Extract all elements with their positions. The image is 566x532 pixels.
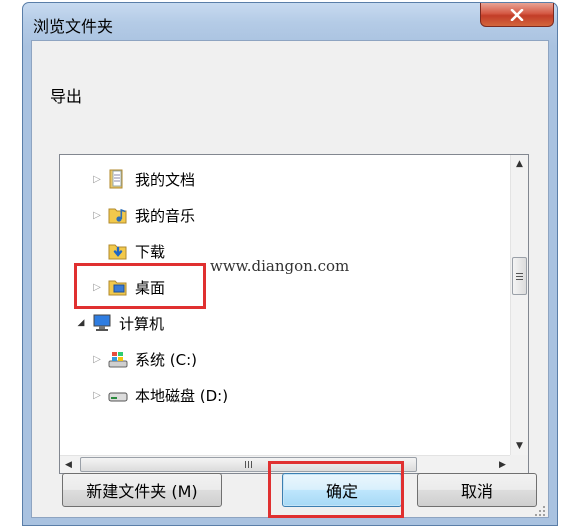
tree-item-label: 系统 (C:) [135, 350, 197, 369]
grip-icon [245, 461, 252, 468]
tree-item-label: 本地磁盘 (D:) [135, 386, 229, 405]
resize-grip-icon[interactable] [534, 503, 546, 516]
watermark-text: www.diangon.com [210, 257, 350, 275]
vertical-scrollbar[interactable]: ▲ ▼ [510, 155, 528, 455]
scroll-up-icon[interactable]: ▲ [511, 155, 528, 173]
cancel-label: 取消 [460, 482, 493, 501]
tree-item-label: 我的音乐 [135, 206, 196, 225]
scrollbar-corner [510, 455, 528, 473]
tree-item-label: 计算机 [119, 314, 165, 333]
tree-item-label: 我的文档 [135, 170, 196, 189]
downloads-folder-icon [107, 240, 129, 262]
folder-tree[interactable]: ▷ 我的文档 ▷ 我的音乐 下载 ▷ 桌面 ◢ 计算机 ▷ 系统 (C:) ▷ … [59, 154, 529, 474]
cancel-button[interactable]: 取消 [417, 473, 537, 507]
system-drive-icon [107, 348, 129, 370]
tree-item-my-documents[interactable]: ▷ 我的文档 [90, 161, 195, 197]
close-icon [510, 8, 524, 21]
scroll-down-icon[interactable]: ▼ [511, 437, 528, 455]
new-folder-label: 新建文件夹 (M) [86, 482, 198, 501]
tree-item-my-music[interactable]: ▷ 我的音乐 [90, 197, 195, 233]
grip-icon [516, 272, 523, 280]
new-folder-button[interactable]: 新建文件夹 (M) [62, 473, 222, 507]
expand-arrow-icon[interactable]: ▷ [90, 388, 104, 402]
tree-item-local-disk[interactable]: ▷ 本地磁盘 (D:) [90, 377, 228, 413]
collapse-arrow-icon[interactable]: ◢ [74, 316, 88, 330]
dialog-title: 浏览文件夹 [33, 17, 114, 36]
expand-arrow-icon[interactable]: ▷ [90, 208, 104, 222]
music-folder-icon [107, 204, 129, 226]
local-disk-icon [107, 384, 129, 406]
computer-icon [91, 312, 113, 334]
scroll-right-icon[interactable]: ▶ [494, 456, 511, 474]
tree-item-label: 下载 [135, 242, 166, 261]
expand-arrow-icon[interactable]: ▷ [90, 172, 104, 186]
close-button[interactable] [480, 3, 554, 27]
tree-item-computer[interactable]: ◢ 计算机 [74, 305, 164, 341]
documents-folder-icon [107, 168, 129, 190]
expander-placeholder [90, 244, 104, 258]
tree-item-system-drive[interactable]: ▷ 系统 (C:) [90, 341, 197, 377]
scroll-left-icon[interactable]: ◀ [60, 456, 77, 474]
dialog-description: 导出 [50, 87, 83, 106]
desktop-highlight-box [74, 263, 206, 309]
expand-arrow-icon[interactable]: ▷ [90, 352, 104, 366]
title-bar[interactable]: 浏览文件夹 [23, 3, 557, 41]
vertical-scroll-thumb[interactable] [512, 257, 527, 295]
ok-button-highlight-box [268, 461, 404, 518]
